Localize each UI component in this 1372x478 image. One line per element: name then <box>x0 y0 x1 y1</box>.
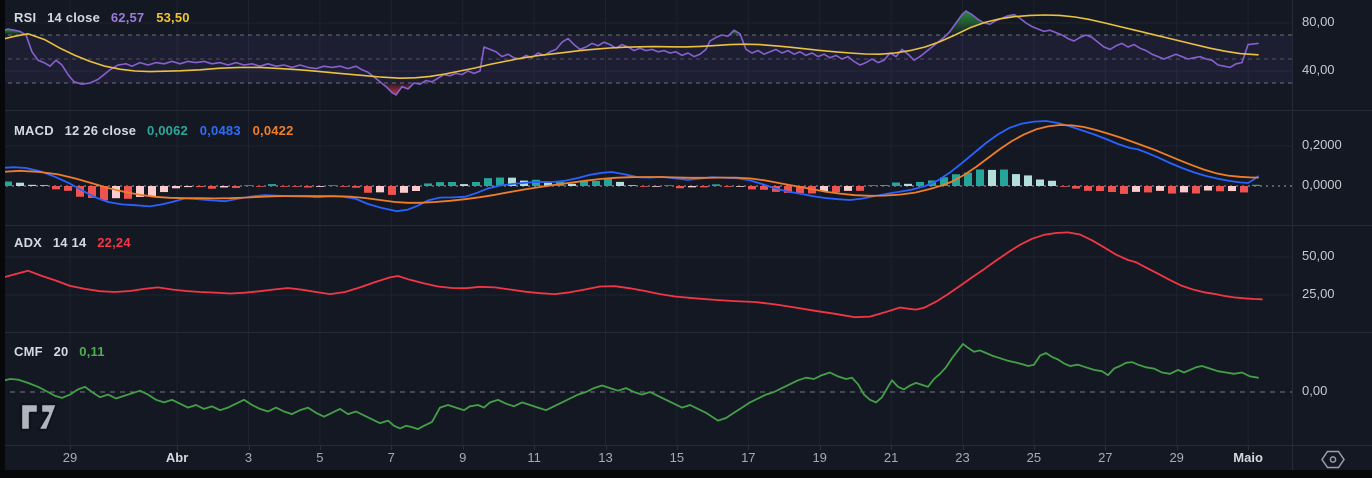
time-tick <box>248 446 250 450</box>
cmf-indicator-header[interactable]: CMF 20 0,11 <box>14 344 113 359</box>
indicator-title: ADX <box>14 235 43 250</box>
pane-separator[interactable] <box>0 110 1372 111</box>
indicator-title: RSI <box>14 10 37 25</box>
series-ADX <box>0 231 1263 319</box>
left-edge-strip <box>0 0 5 470</box>
time-axis-label: 5 <box>316 450 324 465</box>
indicator-title: MACD <box>14 123 54 138</box>
indicator-value: 53,50 <box>156 10 190 25</box>
pane-separator[interactable] <box>0 225 1372 226</box>
time-axis-label: Maio <box>1233 450 1263 465</box>
price-axis[interactable]: 80,00 40,00 0,2000 0,0000 50,00 25,00 0,00 <box>1292 0 1372 470</box>
tradingview-logo[interactable] <box>18 402 60 432</box>
time-axis-label: 15 <box>669 450 685 465</box>
time-tick <box>177 446 179 450</box>
time-tick <box>1176 446 1178 450</box>
indicator-value: 62,57 <box>110 10 145 25</box>
pane-adx[interactable] <box>0 225 1292 332</box>
indicator-panel: RSI 14 close 62,57 53,50 MACD 12 26 clos… <box>0 0 1372 478</box>
indicator-value: 0,0062 <box>147 123 188 138</box>
price-axis-label: 50,00 <box>1302 248 1335 263</box>
macd-indicator-header[interactable]: MACD 12 26 close 0,0062 0,0483 0,0422 <box>14 123 302 138</box>
price-axis-label: 80,00 <box>1302 14 1335 29</box>
time-axis-label: 19 <box>812 450 827 465</box>
time-axis-label: 11 <box>527 450 541 465</box>
indicator-value: 0,0422 <box>252 123 294 138</box>
time-tick <box>70 446 71 450</box>
time-axis-label: 3 <box>244 450 253 465</box>
pane-cmf[interactable] <box>0 332 1292 445</box>
adx-lines <box>0 231 1263 319</box>
time-axis-label: Abr <box>165 450 189 465</box>
bottom-edge-strip <box>0 470 1372 478</box>
indicator-value: 0,11 <box>79 344 105 359</box>
indicator-params: 20 <box>53 344 69 359</box>
pane-separator[interactable] <box>0 332 1372 333</box>
time-axis-label: 23 <box>955 450 970 465</box>
cmf-lines <box>0 342 1259 430</box>
series-CMF <box>0 342 1259 430</box>
time-axis-label: 25 <box>1026 450 1042 465</box>
price-axis-label: 0,2000 <box>1302 137 1342 152</box>
price-axis-label: 25,00 <box>1302 286 1335 301</box>
time-axis-label: 21 <box>883 450 899 465</box>
time-tick <box>891 446 893 450</box>
hexagon-dot <box>1329 456 1337 463</box>
time-axis-label: 29 <box>62 450 78 465</box>
time-tick <box>1105 446 1107 450</box>
gridlines <box>69 332 1249 445</box>
time-axis-label: 17 <box>741 450 756 465</box>
price-axis-label: 40,00 <box>1302 62 1335 77</box>
time-tick <box>605 446 607 450</box>
price-axis-label: 0,0000 <box>1302 177 1342 192</box>
time-axis[interactable]: 29 Abr 3 5 7 9 11 13 15 17 19 21 23 25 27 29 Maio <box>0 445 1372 471</box>
time-tick <box>462 446 464 450</box>
gridlines <box>0 225 1292 332</box>
time-axis-label: 27 <box>1098 450 1113 465</box>
indicator-value: 22,24 <box>97 235 131 250</box>
hexagon-badge-icon[interactable] <box>1320 449 1346 470</box>
adx-indicator-header[interactable]: ADX 14 14 22,24 <box>14 235 139 250</box>
time-tick <box>391 446 393 450</box>
time-tick <box>1248 446 1250 450</box>
indicator-title: CMF <box>14 344 43 359</box>
indicator-value: 0,0483 <box>199 123 241 138</box>
indicator-params: 14 14 <box>52 235 87 250</box>
indicator-params: 14 close <box>47 10 101 25</box>
time-tick <box>819 446 821 450</box>
macd-histogram <box>4 169 1260 201</box>
indicator-params: 12 26 close <box>64 123 137 138</box>
time-axis-label: 9 <box>459 450 467 465</box>
price-axis-label: 0,00 <box>1302 383 1328 398</box>
time-tick <box>1033 446 1035 450</box>
time-axis-label: 13 <box>598 450 613 465</box>
time-tick <box>676 446 678 450</box>
time-tick <box>962 446 964 450</box>
time-tick <box>319 446 321 450</box>
time-axis-label: 29 <box>1169 450 1184 465</box>
time-axis-label: 7 <box>387 450 395 465</box>
time-tick <box>534 446 536 450</box>
rsi-indicator-header[interactable]: RSI 14 close 62,57 53,50 <box>14 10 198 25</box>
time-tick <box>748 446 750 450</box>
